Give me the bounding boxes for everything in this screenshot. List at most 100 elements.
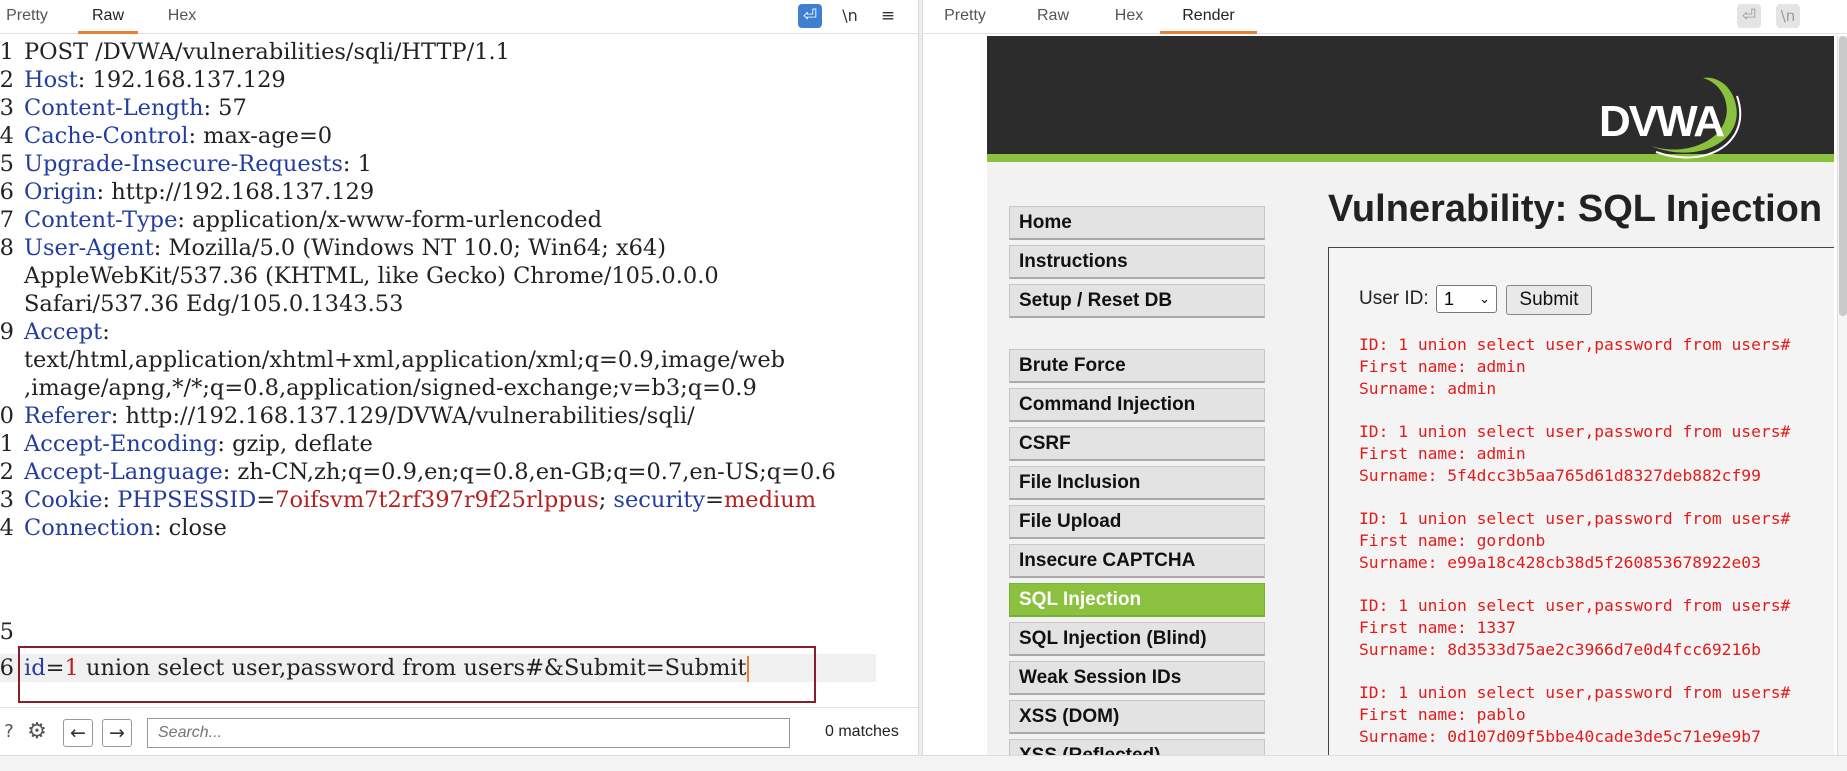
line-text: Content-Type: application/x-www-form-url… (24, 206, 602, 234)
tab-render[interactable]: Render (1160, 0, 1257, 34)
menu-item-weak-session-ids[interactable]: Weak Session IDs (1009, 661, 1265, 695)
search-input[interactable] (147, 718, 790, 748)
line-number: 10 (0, 403, 14, 429)
menu-item-brute-force[interactable]: Brute Force (1009, 349, 1265, 383)
menu-item-file-inclusion[interactable]: File Inclusion (1009, 466, 1265, 500)
line-text: Safari/537.36 Edg/105.0.1343.53 (24, 290, 403, 318)
line-number: 9 (0, 319, 14, 345)
line-number: 2 (0, 67, 14, 93)
dvwa-logo: DVWA (1599, 77, 1742, 159)
header-name: Connection (24, 515, 154, 541)
match-count: 0 matches (825, 723, 899, 740)
result-id: ID: 1 union select user,password from us… (1359, 509, 1791, 528)
menu-item-file-upload[interactable]: File Upload (1009, 505, 1265, 539)
search-bar: ? ⚙ ← → 0 matches (0, 707, 918, 755)
header-name: Referer (24, 403, 111, 429)
tab-pretty[interactable]: Pretty (0, 0, 54, 34)
line-number: 14 (0, 515, 14, 541)
header-value: : 192.168.137.129 (77, 67, 286, 93)
result-id: ID: 1 union select user,password from us… (1359, 683, 1791, 702)
line-text: Cache-Control: max-age=0 (24, 122, 332, 150)
header-name: Host (24, 67, 78, 93)
line-text: Content-Length: 57 (24, 94, 247, 122)
line-text: Connection: close (24, 514, 227, 542)
user-id-select[interactable]: 1 ⌄ (1436, 285, 1497, 313)
header-value: : application/x-www-form-urlencoded (177, 207, 602, 233)
line-content: AppleWebKit/537.36 (KHTML, like Gecko) C… (24, 263, 719, 289)
line-number: 15 (0, 619, 14, 645)
tab-hex[interactable]: Hex (1108, 0, 1150, 34)
cookie-name: security (613, 487, 706, 513)
menu-item-instructions[interactable]: Instructions (1009, 245, 1265, 279)
line-content: text/html,application/xhtml+xml,applicat… (24, 347, 786, 373)
next-match-button[interactable]: → (102, 719, 132, 747)
request-editor[interactable]: 1 POST /DVWA/vulnerabilities/sqli/HTTP/1.… (0, 36, 912, 700)
menu-item-sql-injection[interactable]: SQL Injection (1009, 583, 1265, 617)
tab-raw[interactable]: Raw (1031, 0, 1075, 34)
menu-item-setup-reset-db[interactable]: Setup / Reset DB (1009, 284, 1265, 318)
line-text: Host: 192.168.137.129 (24, 66, 286, 94)
result-surname: Surname: 8d3533d75ae2c3966d7e0d4fcc69216… (1359, 640, 1761, 659)
newline-toggle-icon[interactable]: \n (838, 4, 862, 28)
line-number: 1 (0, 39, 14, 65)
tab-pretty[interactable]: Pretty (935, 0, 995, 34)
hamburger-icon[interactable]: ≡ (876, 4, 900, 28)
line-text: POST /DVWA/vulnerabilities/sqli/HTTP/1.1 (24, 38, 510, 66)
menu-item-command-injection[interactable]: Command Injection (1009, 388, 1265, 422)
header-name: Accept-Language (24, 459, 223, 485)
scrollbar-thumb[interactable] (1839, 36, 1847, 316)
wrap-lines-icon[interactable]: ⏎ (798, 4, 822, 28)
dvwa-header: DVWA (987, 36, 1834, 162)
result-surname: Surname: admin (1359, 379, 1497, 398)
result-first: First name: pablo (1359, 705, 1526, 724)
line-text: Cookie: PHPSESSID=7oifsvm7t2rf397r9f25rl… (24, 486, 816, 514)
help-icon[interactable]: ? (0, 719, 18, 747)
header-value: : zh-CN,zh;q=0.9,en;q=0.8,en-GB;q=0.7,en… (222, 459, 836, 485)
line-text: Accept-Language: zh-CN,zh;q=0.9,en;q=0.8… (24, 458, 836, 486)
line-number: 11 (0, 431, 14, 457)
tab-raw[interactable]: Raw (78, 0, 138, 34)
header-name: Origin (24, 179, 97, 205)
line-number: 8 (0, 235, 14, 261)
line-text: text/html,application/xhtml+xml,applicat… (24, 346, 785, 374)
line-content: Safari/537.36 Edg/105.0.1343.53 (24, 291, 404, 317)
header-value: : (102, 487, 118, 513)
newline-toggle-icon: \n (1776, 4, 1800, 28)
header-value: : gzip, deflate (217, 431, 373, 457)
response-tabbar: Pretty Raw Hex Render ⏎ \n (923, 0, 1847, 34)
user-id-label: User ID: (1359, 288, 1429, 309)
cookie-eq: = (705, 487, 724, 513)
header-value: : close (153, 515, 227, 541)
line-content: POST /DVWA/vulnerabilities/sqli/HTTP/1.1 (24, 39, 510, 65)
line-text: Referer: http://192.168.137.129/DVWA/vul… (24, 402, 695, 430)
result-first: First name: admin (1359, 444, 1526, 463)
request-tabbar: Pretty Raw Hex ⏎ \n ≡ (0, 0, 918, 34)
menu-item-sql-injection-blind-[interactable]: SQL Injection (Blind) (1009, 622, 1265, 656)
result-first: First name: admin (1359, 357, 1526, 376)
menu-item-home[interactable]: Home (1009, 206, 1265, 240)
line-number: 4 (0, 123, 14, 149)
render-scrollbar[interactable] (1837, 36, 1847, 755)
header-name: Upgrade-Insecure-Requests (24, 151, 343, 177)
line-text: ,image/apng,*/*;q=0.8,application/signed… (24, 374, 757, 402)
vulnerable-code-area: User ID: 1 ⌄ Submit ID: 1 union select us… (1328, 247, 1834, 755)
header-name: Content-Length (24, 95, 204, 121)
header-value: : http://192.168.137.129/DVWA/vulnerabil… (110, 403, 695, 429)
header-value: : (102, 319, 110, 345)
previous-match-button[interactable]: ← (63, 719, 93, 747)
gear-icon[interactable]: ⚙ (24, 719, 50, 747)
highlight-box (18, 646, 816, 703)
menu-item-insecure-captcha[interactable]: Insecure CAPTCHA (1009, 544, 1265, 578)
line-text: AppleWebKit/537.36 (KHTML, like Gecko) C… (24, 262, 719, 290)
wrap-lines-icon: ⏎ (1737, 4, 1761, 28)
result-id: ID: 1 union select user,password from us… (1359, 335, 1791, 354)
tab-hex[interactable]: Hex (160, 0, 204, 34)
header-value: : Mozilla/5.0 (Windows NT 10.0; Win64; x… (153, 235, 667, 261)
submit-button[interactable]: Submit (1506, 285, 1592, 315)
line-number: 16 (0, 655, 14, 681)
menu-item-csrf[interactable]: CSRF (1009, 427, 1265, 461)
menu-item-xss-reflected-[interactable]: XSS (Reflected) (1009, 739, 1265, 755)
header-value: : 1 (342, 151, 372, 177)
header-name: User-Agent (24, 235, 154, 261)
menu-item-xss-dom-[interactable]: XSS (DOM) (1009, 700, 1265, 734)
